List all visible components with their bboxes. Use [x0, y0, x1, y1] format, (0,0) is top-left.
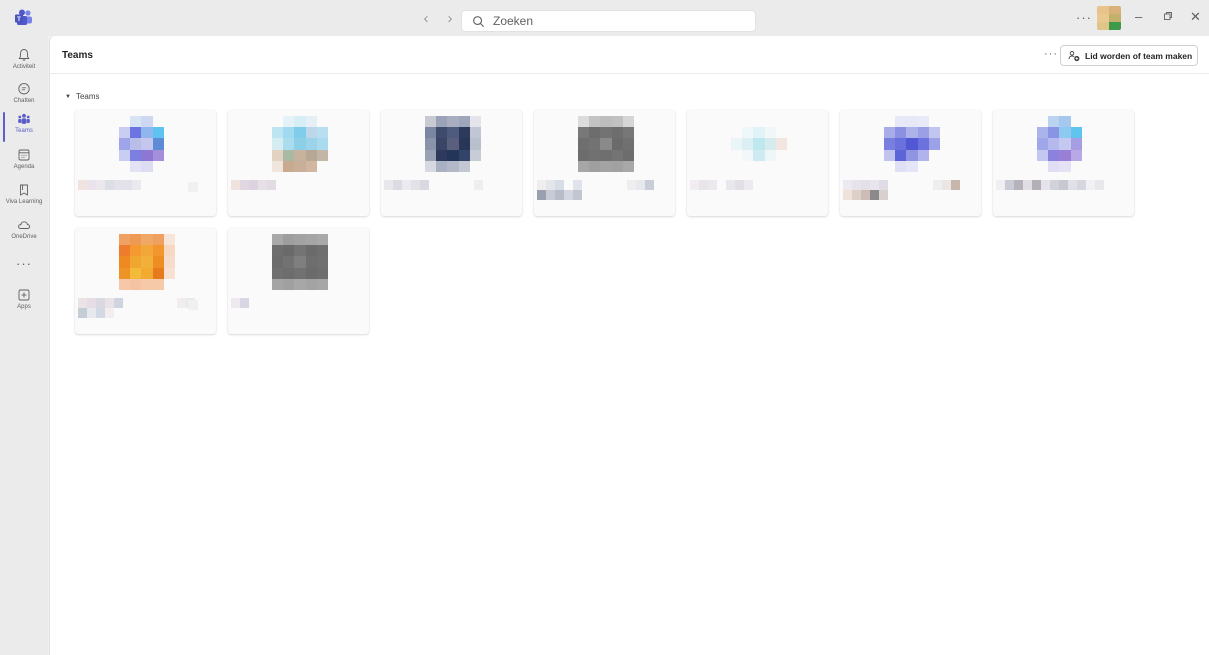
rail-more-apps-button[interactable]: ···: [0, 252, 48, 288]
more-icon: ···: [16, 256, 32, 271]
title-bar: T ‹ › ··· – ✕: [0, 0, 1209, 36]
search-icon: [473, 15, 485, 27]
team-card[interactable]: [228, 228, 369, 334]
team-card[interactable]: [75, 110, 216, 216]
team-avatar: [1037, 116, 1093, 172]
calendar-icon: [18, 149, 30, 161]
team-avatar: [578, 116, 634, 172]
team-name-blurred: [78, 180, 196, 200]
teams-section-header[interactable]: ▼ Teams: [65, 92, 100, 101]
team-avatar: [731, 116, 787, 172]
more-options-button[interactable]: ···: [1044, 48, 1058, 60]
rail-label: Viva Learning: [5, 199, 43, 205]
team-options-icon[interactable]: [188, 182, 198, 192]
rail-item-onedrive[interactable]: OneDrive: [0, 216, 48, 252]
search-input[interactable]: [493, 14, 733, 28]
rail-label: OneDrive: [11, 234, 37, 240]
team-card[interactable]: [75, 228, 216, 334]
team-avatar: [884, 116, 940, 172]
search-box[interactable]: [461, 10, 756, 32]
team-card[interactable]: [534, 110, 675, 216]
team-options-icon[interactable]: [188, 300, 198, 310]
team-avatar: [425, 116, 481, 172]
minimize-button[interactable]: –: [1135, 9, 1142, 24]
history-navigation: ‹ ›: [420, 10, 456, 27]
restore-icon: [1164, 12, 1172, 20]
cloud-icon: [18, 221, 31, 229]
rail-item-viva-learning[interactable]: Viva Learning: [0, 181, 48, 217]
team-name-blurred: [231, 180, 349, 200]
rail-label: Teams: [15, 128, 33, 134]
restore-button[interactable]: [1163, 9, 1173, 24]
rail-item-activity[interactable]: Activiteit: [0, 46, 48, 82]
team-avatar: [272, 116, 328, 172]
team-card[interactable]: [381, 110, 522, 216]
people-add-icon: [1068, 50, 1080, 61]
rail-label: Chatten: [13, 98, 35, 104]
chat-icon: [18, 83, 30, 95]
teams-icon: [18, 113, 30, 124]
team-options-icon[interactable]: [341, 182, 351, 192]
svg-text:T: T: [17, 17, 21, 23]
team-avatar: [272, 234, 328, 290]
team-card[interactable]: [687, 110, 828, 216]
bell-icon: [18, 49, 30, 61]
rail-item-teams[interactable]: Teams: [0, 110, 48, 146]
join-or-create-team-button[interactable]: Lid worden of team maken: [1060, 45, 1198, 66]
rail-label: Apps: [17, 304, 31, 310]
rail-label: Agenda: [13, 164, 35, 170]
profile-avatar[interactable]: [1097, 6, 1121, 30]
settings-more-button[interactable]: ···: [1076, 10, 1092, 25]
rail-label: Activiteit: [12, 64, 36, 70]
rail-item-calendar[interactable]: Agenda: [0, 146, 48, 182]
chevron-down-icon: ▼: [65, 93, 71, 100]
learning-icon: [20, 184, 28, 196]
close-button[interactable]: ✕: [1190, 9, 1201, 25]
team-name-blurred: [690, 180, 808, 200]
team-name-blurred: [78, 298, 196, 318]
team-name-blurred: [231, 298, 349, 318]
team-name-blurred: [996, 180, 1114, 200]
teams-logo-icon: T: [15, 9, 32, 25]
forward-arrow-icon[interactable]: ›: [444, 10, 456, 27]
app-bar: Activiteit Chatten Teams Agenda Viva Lea…: [0, 36, 48, 655]
apps-icon: [18, 289, 30, 301]
team-card[interactable]: [228, 110, 369, 216]
team-avatar: [119, 234, 175, 290]
join-button-label: Lid worden of team maken: [1085, 50, 1193, 61]
team-name-blurred: [384, 180, 502, 200]
team-card[interactable]: [993, 110, 1134, 216]
team-card[interactable]: [840, 110, 981, 216]
rail-item-apps[interactable]: Apps: [0, 286, 48, 322]
team-name-blurred: [843, 180, 961, 200]
section-label: Teams: [75, 92, 100, 101]
main-content: Teams ··· Lid worden of team maken ▼ Tea…: [49, 36, 1209, 655]
team-avatar: [119, 116, 175, 172]
page-header: Teams ··· Lid worden of team maken: [50, 36, 1209, 74]
team-name-blurred: [537, 180, 655, 200]
back-arrow-icon[interactable]: ‹: [420, 10, 432, 27]
page-title: Teams: [62, 50, 93, 61]
